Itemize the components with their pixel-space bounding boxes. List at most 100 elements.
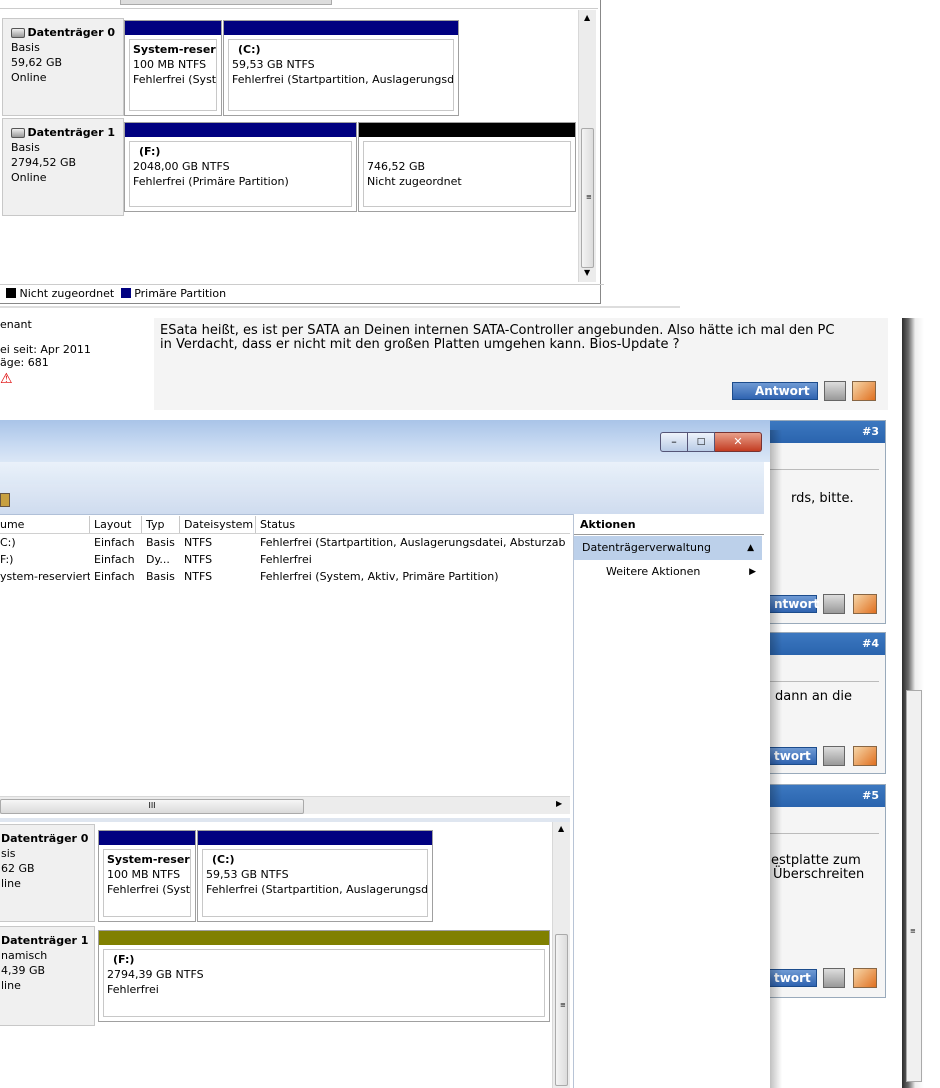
disk-size: 2794,52 GB: [11, 156, 77, 169]
column-header[interactable]: Status: [256, 516, 566, 533]
table-row[interactable]: F:) Einfach Dy... NTFS Fehlerfrei: [0, 551, 570, 568]
partition-size: 100 MB NTFS: [133, 58, 207, 71]
post-body: ESata heißt, es ist per SATA an Deinen i…: [154, 318, 888, 410]
user-info: enant ei seit: Apr 2011 äge: 681 ⚠: [0, 318, 154, 410]
page-scrollbar[interactable]: ≡: [906, 690, 922, 1082]
disk-type: sis: [1, 847, 16, 860]
partition-label: (F:): [113, 953, 135, 966]
close-button[interactable]: ✕: [715, 432, 762, 452]
partition-status: Nicht zugeordnet: [367, 175, 462, 188]
scroll-right-arrow[interactable]: ▶: [556, 799, 562, 808]
toolbar-icon[interactable]: [0, 493, 10, 507]
legend-swatch-unallocated: [6, 288, 16, 298]
minimize-button[interactable]: –: [660, 432, 688, 452]
quote-icon[interactable]: [823, 594, 845, 614]
scroll-down-arrow[interactable]: ▼: [584, 268, 590, 277]
disk-size: 59,62 GB: [11, 56, 63, 69]
partition-label: System-reserv: [133, 43, 217, 56]
disk-1-label[interactable]: Datenträger 1 Basis 2794,52 GB Online: [2, 118, 124, 216]
disk-name: Datenträger 0: [27, 26, 115, 39]
collapse-icon[interactable]: ▲: [747, 536, 754, 560]
user-posts: äge: 681: [0, 356, 49, 369]
column-header[interactable]: Typ: [142, 516, 180, 533]
chevron-right-icon: ▶: [749, 567, 756, 577]
scroll-thumb[interactable]: III: [0, 799, 304, 814]
column-header[interactable]: ume: [0, 516, 90, 533]
disk-icon: [11, 27, 25, 38]
partition-f[interactable]: (F:) 2048,00 GB NTFS Fehlerfrei (Primäre…: [124, 122, 357, 212]
edit-icon[interactable]: [852, 381, 876, 401]
reply-button[interactable]: Antwort: [732, 382, 818, 400]
partition-status: Fehlerfrei (Startpartition, Auslagerungs…: [232, 73, 454, 86]
scroll-up-arrow[interactable]: ▲: [584, 13, 590, 22]
toolbar: [0, 484, 764, 515]
actions-pane: Aktionen Datenträgerverwaltung ▲ Weitere…: [573, 514, 764, 1088]
disk-type: Basis: [11, 41, 40, 54]
partition-status: Fehlerfrei (Syste: [107, 883, 191, 896]
warning-icon[interactable]: ⚠: [0, 372, 154, 386]
disk-management-window: – □ ✕ ume Layout Typ Dateisystem Status C:) E…: [0, 420, 770, 1088]
post-text-line: Überschreiten: [773, 867, 865, 882]
partition-size: 2794,39 GB NTFS: [107, 968, 204, 981]
horizontal-scrollbar[interactable]: III ▶: [0, 796, 570, 814]
column-header[interactable]: Dateisystem: [180, 516, 256, 533]
partition-system-reserved[interactable]: System-reserv 100 MB NTFS Fehlerfrei (Sy…: [98, 830, 196, 922]
top-scroll-stub[interactable]: [120, 0, 332, 5]
top-vertical-scrollbar[interactable]: ▲ ≡ ▼: [578, 10, 596, 282]
partition-c[interactable]: (C:) 59,53 GB NTFS Fehlerfrei (Startpart…: [197, 830, 433, 922]
user-since: ei seit: Apr 2011: [0, 343, 91, 356]
scroll-thumb[interactable]: ≡: [581, 128, 594, 268]
edit-icon[interactable]: [853, 594, 877, 614]
bottom-disk-view: Datenträger 0 sis 62 GB line System-rese…: [0, 822, 570, 1088]
partition-label: System-reserv: [107, 853, 191, 866]
post-number: #4: [862, 637, 879, 650]
disk-0-label[interactable]: Datenträger 0 sis 62 GB line: [0, 824, 95, 922]
user-rank: enant: [0, 318, 32, 331]
disk-status: line: [1, 877, 21, 890]
top-disk-panel: Datenträger 0 Basis 59,62 GB Online Syst…: [0, 0, 604, 304]
actions-title: Aktionen: [580, 518, 636, 531]
edit-icon[interactable]: [853, 746, 877, 766]
maximize-button[interactable]: □: [688, 432, 715, 452]
post-text: rds, bitte.: [791, 491, 854, 506]
disk-size: 62 GB: [1, 862, 35, 875]
partition-label: (C:): [212, 853, 235, 866]
scroll-up-arrow[interactable]: ▲: [558, 824, 564, 833]
volume-list: C:) Einfach Basis NTFS Fehlerfrei (Startpart…: [0, 534, 570, 585]
table-row[interactable]: C:) Einfach Basis NTFS Fehlerfrei (Startpart…: [0, 534, 570, 551]
post-text-line: estplatte zum: [771, 853, 861, 868]
partition-f-dynamic[interactable]: (F:) 2794,39 GB NTFS Fehlerfrei: [98, 930, 550, 1022]
legend-label: Nicht zugeordnet: [19, 287, 115, 300]
quote-icon[interactable]: [823, 746, 845, 766]
edit-icon[interactable]: [853, 968, 877, 988]
partition-label: (C:): [238, 43, 261, 56]
disk-1-label[interactable]: Datenträger 1 namisch 4,39 GB line: [0, 926, 95, 1026]
quote-icon[interactable]: [823, 968, 845, 988]
column-header[interactable]: Layout: [90, 516, 142, 533]
disk-0-label[interactable]: Datenträger 0 Basis 59,62 GB Online: [2, 18, 124, 116]
post-text: dann an die: [775, 689, 853, 704]
quote-icon[interactable]: [824, 381, 846, 401]
volume-list-header: ume Layout Typ Dateisystem Status: [0, 516, 570, 534]
partition-system-reserved[interactable]: System-reserv 100 MB NTFS Fehlerfrei (Sy…: [124, 20, 222, 116]
title-bar[interactable]: [0, 420, 770, 462]
partition-status: Fehlerfrei (Syste: [133, 73, 217, 86]
window-controls: – □ ✕: [660, 432, 768, 452]
disk-view-vertical-scrollbar[interactable]: ▲ ≡: [552, 822, 570, 1088]
partition-unallocated[interactable]: 746,52 GB Nicht zugeordnet: [358, 122, 576, 212]
partition-size: 59,53 GB NTFS: [232, 58, 315, 71]
partition-c[interactable]: (C:) 59,53 GB NTFS Fehlerfrei (Startpart…: [223, 20, 459, 116]
actions-section-header[interactable]: Datenträgerverwaltung ▲: [574, 536, 762, 560]
menu-bar: [0, 462, 764, 485]
partition-size: 2048,00 GB NTFS: [133, 160, 230, 173]
partition-status: Fehlerfrei: [107, 983, 159, 996]
table-row[interactable]: ystem-reserviert Einfach Basis NTFS Fehlerfr…: [0, 568, 570, 585]
partition-label: (F:): [139, 145, 161, 158]
partition-status: Fehlerfrei (Primäre Partition): [133, 175, 289, 188]
disk-name: Datenträger 1: [27, 126, 115, 139]
scroll-thumb[interactable]: ≡: [555, 934, 568, 1086]
action-item-more[interactable]: Weitere Aktionen ▶: [606, 564, 756, 580]
disk-size: 4,39 GB: [1, 964, 46, 977]
disk-status: Online: [11, 71, 47, 84]
legend: Nicht zugeordnet Primäre Partition: [0, 284, 604, 303]
